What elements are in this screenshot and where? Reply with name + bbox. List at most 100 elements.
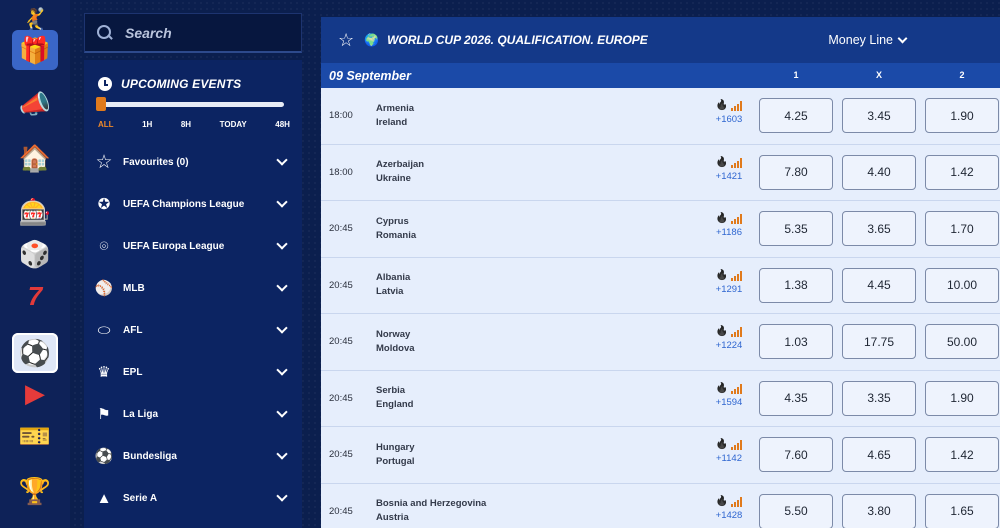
market-selector[interactable]: Money Line	[828, 33, 912, 47]
table-row[interactable]: 18:00 Armenia Ireland 🔥 +1603 4.25 3.45 1.90	[321, 88, 1000, 145]
flame-icon: 🔥	[715, 100, 729, 111]
match-stats[interactable]: 🔥 +1428	[711, 495, 747, 521]
odds-button-draw[interactable]: 4.65	[842, 437, 916, 472]
sidebar-item-bundesliga[interactable]: ⚽ Bundesliga	[84, 435, 302, 477]
slider-handle[interactable]	[96, 97, 106, 111]
world-map-icon: 🌍	[364, 33, 380, 47]
sidebar-item-label: AFL	[123, 324, 143, 336]
sidebar-item-afl[interactable]: ⬭ AFL	[84, 309, 302, 351]
signal-bars-icon	[731, 157, 743, 168]
table-row[interactable]: 20:45 Hungary Portugal 🔥 +1142 7.60 4.65 1.42	[321, 427, 1000, 484]
search-input[interactable]	[125, 24, 285, 41]
chevron-down-icon[interactable]	[276, 406, 288, 418]
odds-button-away[interactable]: 10.00	[925, 267, 999, 303]
events-panel: ☆ 🌍 WORLD CUP 2026. QUALIFICATION. EUROP…	[321, 17, 1000, 528]
favourite-star-icon[interactable]: ☆	[338, 30, 354, 51]
slots-777-icon[interactable]: 7	[12, 276, 58, 316]
odds-button-home[interactable]: 7.60	[759, 437, 833, 472]
odds-button-away[interactable]: 50.00	[925, 324, 999, 359]
match-stats[interactable]: 🔥 +1291	[711, 269, 747, 295]
odds-button-home[interactable]: 7.80	[759, 154, 833, 190]
more-markets-count[interactable]: +1291	[711, 284, 747, 295]
sidebar-item-mlb[interactable]: ⚾ MLB	[84, 267, 302, 309]
upcoming-events-header: UPCOMING EVENTS	[84, 60, 302, 96]
more-markets-count[interactable]: +1224	[711, 340, 747, 351]
table-row[interactable]: 18:00 Azerbaijan Ukraine 🔥 +1421 7.80 4.40 1.42	[321, 144, 1000, 201]
odds-button-away[interactable]: 1.90	[925, 380, 999, 416]
match-stats[interactable]: 🔥 +1421	[711, 156, 747, 182]
search-box[interactable]	[84, 13, 302, 53]
chevron-down-icon[interactable]	[276, 154, 288, 166]
odds-button-home[interactable]: 5.35	[759, 211, 833, 246]
sidebar-item-epl[interactable]: ♛ EPL	[84, 351, 302, 393]
odds-button-draw[interactable]: 4.45	[842, 267, 916, 303]
search-icon	[97, 24, 113, 41]
odds-button-home[interactable]: 4.35	[759, 380, 833, 416]
table-row[interactable]: 20:45 Norway Moldova 🔥 +1224 1.03 17.75 50.00	[321, 314, 1000, 371]
odds-button-away[interactable]: 1.42	[925, 154, 999, 190]
poker-chip-icon[interactable]: 🎰	[12, 192, 58, 232]
table-row[interactable]: 20:45 Albania Latvia 🔥 +1291 1.38 4.45 10.00	[321, 257, 1000, 314]
odds-button-draw[interactable]: 3.45	[842, 98, 916, 133]
match-stats[interactable]: 🔥 +1142	[711, 438, 747, 464]
match-stats[interactable]: 🔥 +1603	[711, 99, 747, 126]
more-markets-count[interactable]: +1142	[711, 453, 747, 464]
time-filter-slider[interactable]	[96, 97, 284, 111]
signal-bars-icon	[731, 101, 743, 111]
megaphone-icon[interactable]: 📣	[12, 84, 58, 124]
table-row[interactable]: 20:45 Bosnia and Herzegovina Austria 🔥 +1428…	[321, 483, 1000, 528]
odds-button-draw[interactable]: 3.65	[842, 211, 916, 246]
odds-button-away[interactable]: 1.90	[925, 98, 999, 133]
soccer-ball-icon[interactable]: ⚽	[12, 333, 58, 373]
dice-icon[interactable]: 🎲	[12, 234, 58, 274]
filter-48h[interactable]: 48H	[275, 120, 290, 129]
flame-icon: 🔥	[715, 269, 729, 281]
chevron-down-icon[interactable]	[276, 448, 288, 460]
sidebar-item-favourites[interactable]: ☆ Favourites (0)	[84, 141, 302, 183]
filter-all[interactable]: ALL	[98, 120, 114, 129]
sidebar-item-champions-league[interactable]: ✪ UEFA Champions League	[84, 183, 302, 225]
odds-button-draw[interactable]: 17.75	[842, 324, 916, 359]
sidebar-item-serie-a[interactable]: ▲ Serie A	[84, 477, 302, 519]
odds-button-away[interactable]: 1.70	[925, 211, 999, 246]
odds-button-draw[interactable]: 3.35	[842, 380, 916, 416]
more-markets-count[interactable]: +1603	[711, 114, 747, 125]
match-stats[interactable]: 🔥 +1224	[711, 325, 747, 352]
home-icon[interactable]: 🏠	[12, 138, 58, 178]
match-stats[interactable]: 🔥 +1594	[711, 382, 747, 408]
chevron-down-icon[interactable]	[276, 280, 288, 292]
sidebar-item-label: UEFA Europa League	[123, 240, 225, 252]
match-stats[interactable]: 🔥 +1186	[711, 212, 747, 238]
odds-button-draw[interactable]: 3.80	[842, 493, 916, 528]
chevron-down-icon[interactable]	[276, 238, 288, 250]
more-markets-count[interactable]: +1421	[711, 171, 747, 182]
flame-icon: 🔥	[715, 495, 729, 507]
odds-button-home[interactable]: 4.25	[759, 98, 833, 133]
sidebar-item-la-liga[interactable]: ⚑ La Liga	[84, 393, 302, 435]
table-row[interactable]: 20:45 Cyprus Romania 🔥 +1186 5.35 3.65 1.70	[321, 201, 1000, 258]
odds-button-away[interactable]: 1.42	[925, 437, 999, 472]
chevron-down-icon[interactable]	[276, 364, 288, 376]
filter-8h[interactable]: 8H	[181, 120, 191, 129]
odds-button-draw[interactable]: 4.40	[842, 154, 916, 190]
table-row[interactable]: 20:45 Serbia England 🔥 +1594 4.35 3.35 1.90	[321, 370, 1000, 427]
sidebar-item-europa-league[interactable]: ⌾ UEFA Europa League	[84, 225, 302, 267]
chevron-down-icon[interactable]	[276, 490, 288, 502]
live-play-icon[interactable]: ▶	[12, 373, 58, 413]
more-markets-count[interactable]: +1428	[711, 510, 747, 521]
odds-button-home[interactable]: 1.38	[759, 267, 833, 303]
odds-button-home[interactable]: 5.50	[759, 493, 833, 528]
ticket-icon[interactable]: 🎫	[12, 416, 58, 456]
trophy-icon[interactable]: 🏆	[12, 471, 58, 511]
odds-button-home[interactable]: 1.03	[759, 324, 833, 359]
chevron-down-icon[interactable]	[276, 196, 288, 208]
filter-today[interactable]: TODAY	[220, 120, 247, 129]
more-markets-count[interactable]: +1594	[711, 397, 747, 408]
filter-1h[interactable]: 1H	[142, 120, 152, 129]
gift-box-icon[interactable]: 🎁	[12, 30, 58, 70]
chevron-down-icon[interactable]	[276, 322, 288, 334]
more-markets-count[interactable]: +1186	[711, 227, 747, 238]
icon-rail: 🤾 🎁 📣 🏠 🎰 🎲 7 ⚽ ▶ 🎫 🏆	[0, 0, 70, 528]
mlb-icon: ⚾	[94, 280, 114, 297]
odds-button-away[interactable]: 1.65	[925, 493, 999, 528]
